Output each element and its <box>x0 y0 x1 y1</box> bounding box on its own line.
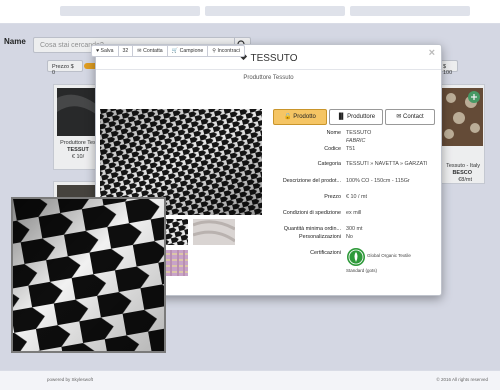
meet-button[interactable]: ⚲ Incontraci <box>207 45 245 57</box>
thumbnail-image[interactable] <box>166 250 188 276</box>
spec-key: Personalizzazioni <box>299 234 341 240</box>
thumbnail-image[interactable] <box>166 219 188 245</box>
spec-value: € 10 / mt <box>346 194 367 200</box>
browser-tab[interactable] <box>350 6 470 16</box>
spec-key: Nome <box>326 130 341 136</box>
spec-value: TESSUTO <box>346 130 372 136</box>
action-buttons: ♥ Salva 32 ✉ Contatta 🛒 Campione ⚲ Incon… <box>91 45 245 57</box>
spec-value: TESSUTI » NAVETTA » GARZATI <box>346 161 428 167</box>
spec-key: Certificazioni <box>310 250 341 256</box>
footer-powered: powered by Skyleswoft <box>47 377 94 382</box>
tab-contact[interactable]: ✉ Contact <box>385 109 435 125</box>
spec-key: Descrizione del prodot... <box>282 178 341 184</box>
thumbnail-image[interactable] <box>193 219 235 245</box>
modal-tabs: 🔒 Prodotto ▐▌ Produttore ✉ Contact <box>273 109 437 125</box>
spec-key: Categoria <box>317 161 341 167</box>
zoom-image <box>13 199 164 351</box>
gots-logo-icon <box>347 248 365 266</box>
spec-value: 100% CO - 150cm - 115Gr <box>346 178 410 184</box>
spec-key: Prezzo <box>324 194 341 200</box>
footer: powered by Skyleswoft © 2016 All rights … <box>0 370 500 390</box>
save-count: 32 <box>117 45 134 57</box>
image-zoom-preview <box>11 197 166 353</box>
spec-value: No <box>346 234 353 240</box>
browser-tab[interactable] <box>205 6 345 16</box>
cert-name-2: Standard (gots) <box>346 268 378 273</box>
divider <box>96 69 441 70</box>
sample-button[interactable]: 🛒 Campione <box>166 45 209 57</box>
modal-title-text: TESSUTO <box>250 53 298 64</box>
save-button[interactable]: ♥ Salva <box>91 45 119 57</box>
spec-value: T51 <box>346 146 356 152</box>
spec-key: Quantità minima ordin... <box>283 226 341 232</box>
spec-value: FABRIC <box>346 138 366 144</box>
tab-producer[interactable]: ▐▌ Produttore <box>329 109 383 125</box>
spec-value: ex mill <box>346 210 362 216</box>
producer-name[interactable]: Produttore Tessuto <box>96 75 441 81</box>
cert-name: Global Organic Textile <box>367 253 411 258</box>
footer-copyright: © 2016 All rights reserved <box>436 377 488 382</box>
tab-product[interactable]: 🔒 Prodotto <box>273 109 327 125</box>
contact-button[interactable]: ✉ Contatta <box>132 45 168 57</box>
spec-value: 300 mt <box>346 226 363 232</box>
browser-tab[interactable] <box>60 6 200 16</box>
spec-key: Condizioni di spedizione <box>282 210 341 216</box>
spec-key: Codice <box>324 146 341 152</box>
browser-top-bar <box>0 0 500 24</box>
